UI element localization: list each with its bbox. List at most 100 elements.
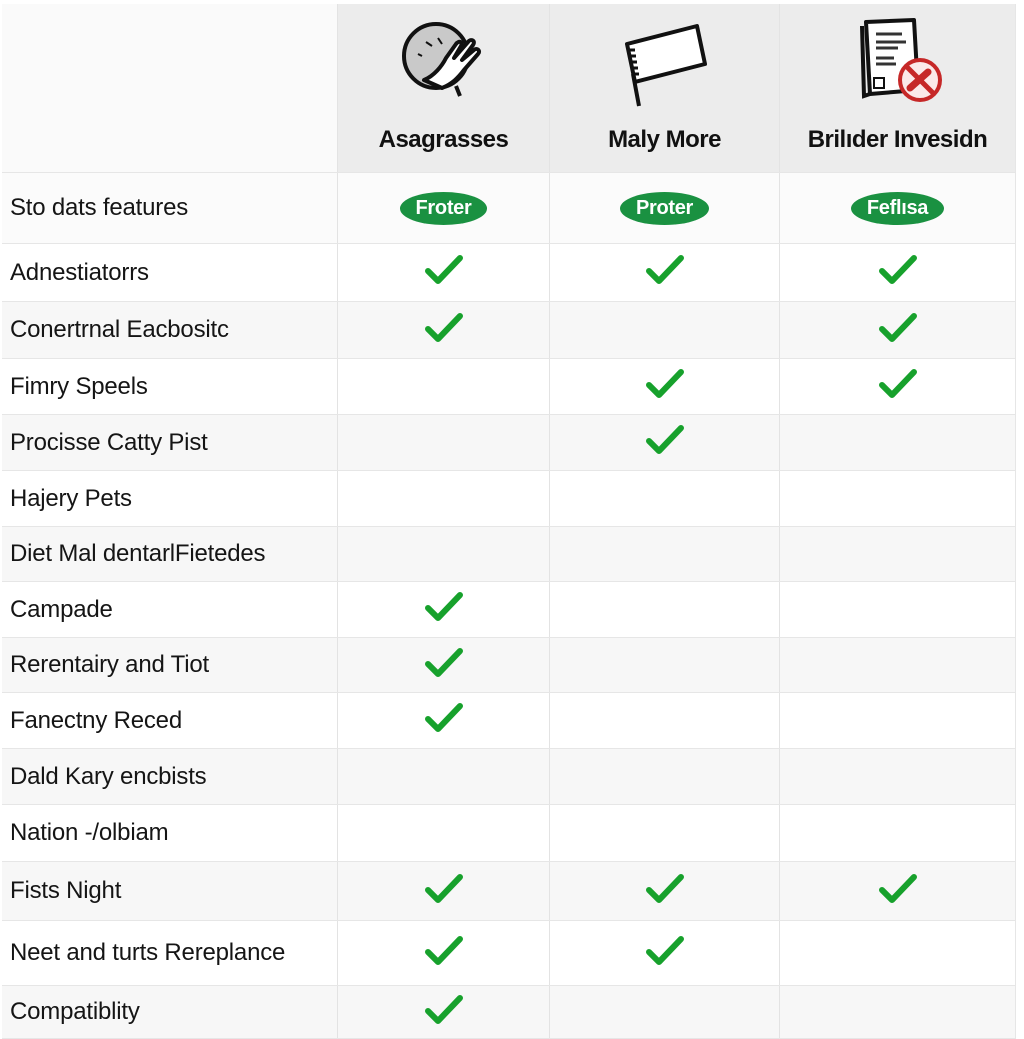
column-title: Maly More xyxy=(608,126,721,153)
plan-badge: Proter xyxy=(619,191,710,225)
feature-cell xyxy=(550,921,780,985)
table-row: Campade xyxy=(2,582,1016,638)
feature-cell xyxy=(780,415,1016,470)
feature-cell xyxy=(780,582,1016,637)
feature-cell xyxy=(780,693,1016,748)
feature-cell xyxy=(780,302,1016,358)
feature-cell xyxy=(780,471,1016,526)
feature-cell xyxy=(338,582,550,637)
table-row: Procisse Catty Pist xyxy=(2,415,1016,471)
checkmark-icon xyxy=(424,935,463,972)
table-row: Conertrnal Eacbositc xyxy=(2,302,1016,359)
checkmark-icon xyxy=(424,591,463,628)
feature-cell xyxy=(780,244,1016,301)
feature-cell xyxy=(338,638,550,692)
checkmark-icon xyxy=(645,935,684,972)
feature-cell xyxy=(780,749,1016,804)
feature-label: Conertrnal Eacbositc xyxy=(2,302,338,358)
header-row: Asagrasses Maly More Brilıder Invesidn xyxy=(2,4,1016,173)
checkmark-icon xyxy=(878,254,917,291)
column-header-2: Maly More xyxy=(550,4,780,172)
plan-badge: Feflısa xyxy=(850,191,945,225)
column-header-1: Asagrasses xyxy=(338,4,550,172)
feature-label: Nation -/olbiam xyxy=(2,805,338,861)
feature-cell xyxy=(550,749,780,804)
feature-cell xyxy=(550,693,780,748)
feature-cell xyxy=(780,359,1016,414)
badge-row-label: Sto dats features xyxy=(2,173,338,243)
feature-cell xyxy=(780,921,1016,985)
feature-cell xyxy=(338,805,550,861)
checkmark-icon xyxy=(645,873,684,910)
checkmark-icon xyxy=(424,647,463,684)
checkmark-icon xyxy=(424,994,463,1031)
column-title: Brilıder Invesidn xyxy=(807,126,988,153)
feature-label: Campade xyxy=(2,582,338,637)
checkmark-icon xyxy=(878,368,917,405)
column-header-3: Brilıder Invesidn xyxy=(780,4,1016,172)
plan-badge: Froter xyxy=(399,191,488,225)
feature-cell xyxy=(338,415,550,470)
feature-label: Fimry Speels xyxy=(2,359,338,414)
checkmark-icon xyxy=(878,312,917,349)
flag-icon xyxy=(615,12,715,112)
feature-cell xyxy=(780,862,1016,920)
table-row: Neet and turts Rereplance xyxy=(2,921,1016,986)
feature-cell xyxy=(550,244,780,301)
table-row: Compatiblity xyxy=(2,986,1016,1039)
feature-cell xyxy=(550,805,780,861)
feature-label: Fists Night xyxy=(2,862,338,920)
table-row: Fimry Speels xyxy=(2,359,1016,415)
feature-cell xyxy=(780,638,1016,692)
comparison-table: Asagrasses Maly More Brilıder Invesidn S… xyxy=(2,4,1016,1039)
feature-rows: Adnestiatorrs Conertrnal Eacbositc Fimry S… xyxy=(2,244,1016,1039)
feature-cell xyxy=(338,862,550,920)
feature-cell xyxy=(338,986,550,1038)
feature-cell xyxy=(550,302,780,358)
feature-label: Procisse Catty Pist xyxy=(2,415,338,470)
table-row: Dald Kary encbists xyxy=(2,749,1016,805)
header-corner-cell xyxy=(2,4,338,172)
checkmark-icon xyxy=(424,312,463,349)
table-row: Fists Night xyxy=(2,862,1016,921)
feature-cell xyxy=(338,749,550,804)
feature-label: Dald Kary encbists xyxy=(2,749,338,804)
feature-cell xyxy=(338,921,550,985)
checkmark-icon xyxy=(878,873,917,910)
feature-label: Fanectny Reced xyxy=(2,693,338,748)
feature-cell xyxy=(338,302,550,358)
column-title: Asagrasses xyxy=(378,126,509,153)
feature-cell xyxy=(550,415,780,470)
table-row: Diet Mal dentarlFietedes xyxy=(2,527,1016,582)
feature-cell xyxy=(780,805,1016,861)
checkmark-icon xyxy=(645,424,684,461)
checkmark-icon xyxy=(645,254,684,291)
feature-cell xyxy=(550,359,780,414)
feature-label: Hajery Pets xyxy=(2,471,338,526)
checkmark-icon xyxy=(424,873,463,910)
feature-cell xyxy=(780,527,1016,581)
table-row: Rerentairy and Tiot xyxy=(2,638,1016,693)
badge-row: Sto dats features Froter Proter Feflısa xyxy=(2,173,1016,244)
feature-cell xyxy=(338,693,550,748)
checkmark-icon xyxy=(645,368,684,405)
feature-label: Diet Mal dentarlFietedes xyxy=(2,527,338,581)
feature-label: Neet and turts Rereplance xyxy=(2,921,338,985)
feature-cell xyxy=(338,471,550,526)
table-row: Adnestiatorrs xyxy=(2,244,1016,302)
feature-cell xyxy=(550,471,780,526)
document-no-entry-icon xyxy=(848,12,948,112)
hand-wiping-plate-icon xyxy=(394,12,494,112)
feature-cell xyxy=(338,359,550,414)
feature-label: Compatiblity xyxy=(2,986,338,1038)
checkmark-icon xyxy=(424,702,463,739)
feature-cell xyxy=(550,582,780,637)
feature-cell xyxy=(550,862,780,920)
feature-cell xyxy=(550,638,780,692)
table-row: Hajery Pets xyxy=(2,471,1016,527)
checkmark-icon xyxy=(424,254,463,291)
feature-cell xyxy=(338,527,550,581)
table-row: Fanectny Reced xyxy=(2,693,1016,749)
feature-cell xyxy=(338,244,550,301)
feature-label: Adnestiatorrs xyxy=(2,244,338,301)
